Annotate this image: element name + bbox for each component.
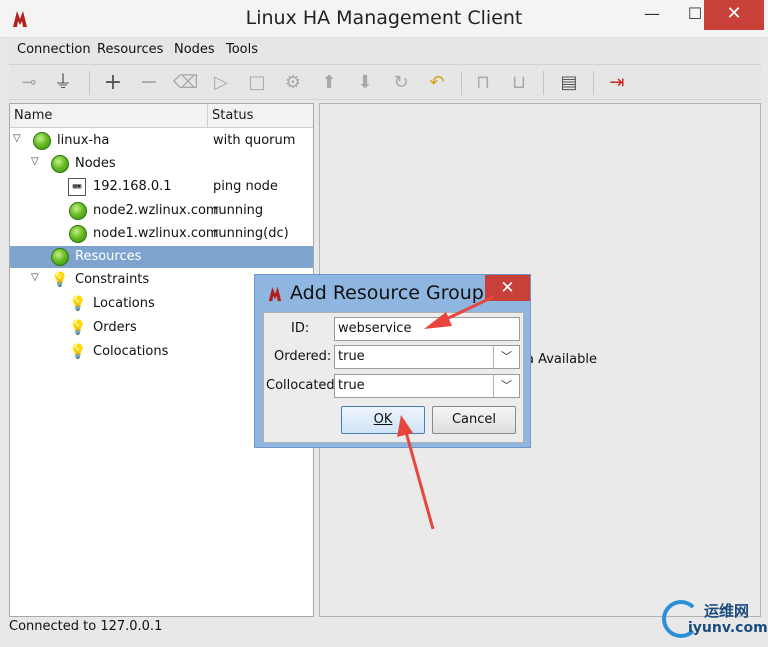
view-document-icon[interactable]: ▤ (557, 71, 581, 95)
tree-label: node1.wzlinux.com (93, 226, 219, 241)
lightbulb-icon: 💡 (51, 272, 69, 288)
chevron-down-icon[interactable]: ﹀ (493, 346, 519, 368)
menu-connection[interactable]: Connection (17, 42, 91, 57)
remove-icon[interactable]: − (137, 71, 161, 95)
menu-tools[interactable]: Tools (226, 42, 258, 57)
chevron-down-icon[interactable]: ﹀ (493, 375, 519, 397)
collapse-triangle-icon[interactable]: ▽ (13, 133, 21, 144)
collocated-value: true (338, 378, 365, 393)
computer-icon: ▦▣ (68, 178, 86, 196)
tree-row-nodes[interactable]: ▽ Nodes (10, 153, 313, 175)
redo-icon[interactable]: ↻ (389, 71, 413, 95)
standby-node-icon[interactable]: ⊓ (471, 71, 495, 95)
tree-label: Nodes (75, 156, 116, 171)
minimize-button[interactable]: — (629, 0, 675, 30)
close-button[interactable]: ✕ (704, 0, 764, 30)
active-node-icon[interactable]: ⊔ (507, 71, 531, 95)
id-input[interactable]: webservice (334, 317, 520, 341)
tree-label: Constraints (75, 272, 150, 287)
toolbar: ⊸ ⏚ + − ⌫ ▷ □ ⚙ ⬆ ⬇ ↻ ↶ ⊓ ⊔ ▤ ⇥ (9, 64, 761, 100)
watermark-logo: 运维网 iyunv.com (662, 598, 768, 644)
tree-label: Locations (93, 296, 155, 311)
ordered-value: true (338, 349, 365, 364)
lightbulb-icon: 💡 (69, 320, 87, 336)
id-label: ID: (291, 321, 310, 336)
tree-row-node1[interactable]: node1.wzlinux.com running(dc) (10, 223, 313, 245)
menu-bar: Connection Resources Nodes Tools (9, 38, 761, 62)
move-up-icon[interactable]: ⬆ (317, 71, 341, 95)
tree-label: node2.wzlinux.com (93, 203, 219, 218)
column-header-name[interactable]: Name (10, 104, 208, 128)
move-down-icon[interactable]: ⬇ (353, 71, 377, 95)
title-bar: Linux HA Management Client — ☐ ✕ (0, 0, 768, 38)
menu-nodes[interactable]: Nodes (174, 42, 215, 57)
dialog-body: ID: webservice Ordered: true ﹀ Collocate… (263, 312, 524, 443)
dialog-close-button[interactable]: ✕ (485, 275, 530, 301)
green-status-icon (51, 248, 69, 266)
tree-label: Resources (75, 249, 142, 264)
tree-row-ping-node[interactable]: ▦▣ 192.168.0.1 ping node (10, 176, 313, 198)
toolbar-separator (543, 71, 544, 95)
cancel-label: Cancel (451, 412, 497, 427)
toolbar-separator (593, 71, 594, 95)
tree-label: Orders (93, 320, 137, 335)
green-status-icon (69, 202, 87, 220)
column-header-status[interactable]: Status (208, 104, 313, 128)
ok-label: OK (373, 412, 393, 427)
toolbar-separator (89, 71, 90, 95)
status-bar: Connected to 127.0.0.1 (9, 619, 163, 634)
tree-label: linux-ha (57, 133, 110, 148)
tree-status: running (213, 203, 264, 218)
tree-status: running(dc) (213, 226, 289, 241)
dialog-title: Add Resource Group (290, 282, 484, 304)
watermark-en-text: iyunv.com (688, 620, 768, 636)
undo-icon[interactable]: ↶ (425, 71, 449, 95)
add-icon[interactable]: + (101, 71, 125, 95)
exit-icon[interactable]: ⇥ (605, 71, 629, 95)
cleanup-broom-icon[interactable]: ⌫ (173, 71, 198, 95)
collocated-label: Collocated: (266, 378, 340, 393)
tree-label: Colocations (93, 344, 169, 359)
tree-status: ping node (213, 179, 278, 194)
collapse-triangle-icon[interactable]: ▽ (31, 272, 39, 283)
menu-resources[interactable]: Resources (97, 42, 163, 57)
start-icon[interactable]: ▷ (209, 71, 233, 95)
tree-status: with quorum (213, 133, 296, 148)
ordered-select[interactable]: true ﹀ (334, 345, 520, 369)
collocated-select[interactable]: true ﹀ (334, 374, 520, 398)
tree-label: 192.168.0.1 (93, 179, 172, 194)
lightbulb-icon: 💡 (69, 344, 87, 360)
disconnect-icon[interactable]: ⊸ (17, 71, 41, 95)
tree-row-resources[interactable]: Resources (10, 246, 313, 268)
cancel-button[interactable]: Cancel (432, 406, 516, 434)
ok-button[interactable]: OK (341, 406, 425, 434)
green-status-icon (69, 225, 87, 243)
green-status-icon (51, 155, 69, 173)
watermark-cn-text: 运维网 (704, 602, 750, 620)
lightbulb-icon: 💡 (69, 296, 87, 312)
tree-row-linux-ha[interactable]: ▽ linux-ha with quorum (10, 130, 313, 152)
tree-row-node2[interactable]: node2.wzlinux.com running (10, 200, 313, 222)
connect-plug-icon[interactable]: ⏚ (51, 71, 75, 95)
green-status-icon (33, 132, 51, 150)
add-resource-group-dialog: Add Resource Group ✕ ID: webservice Orde… (254, 274, 531, 448)
no-data-text: a Available (526, 352, 597, 367)
toolbar-separator (461, 71, 462, 95)
stop-icon[interactable]: □ (245, 71, 269, 95)
settings-gears-icon[interactable]: ⚙ (281, 71, 305, 95)
collapse-triangle-icon[interactable]: ▽ (31, 156, 39, 167)
ordered-label: Ordered: (274, 349, 332, 364)
heartbeat-app-icon (268, 286, 282, 302)
